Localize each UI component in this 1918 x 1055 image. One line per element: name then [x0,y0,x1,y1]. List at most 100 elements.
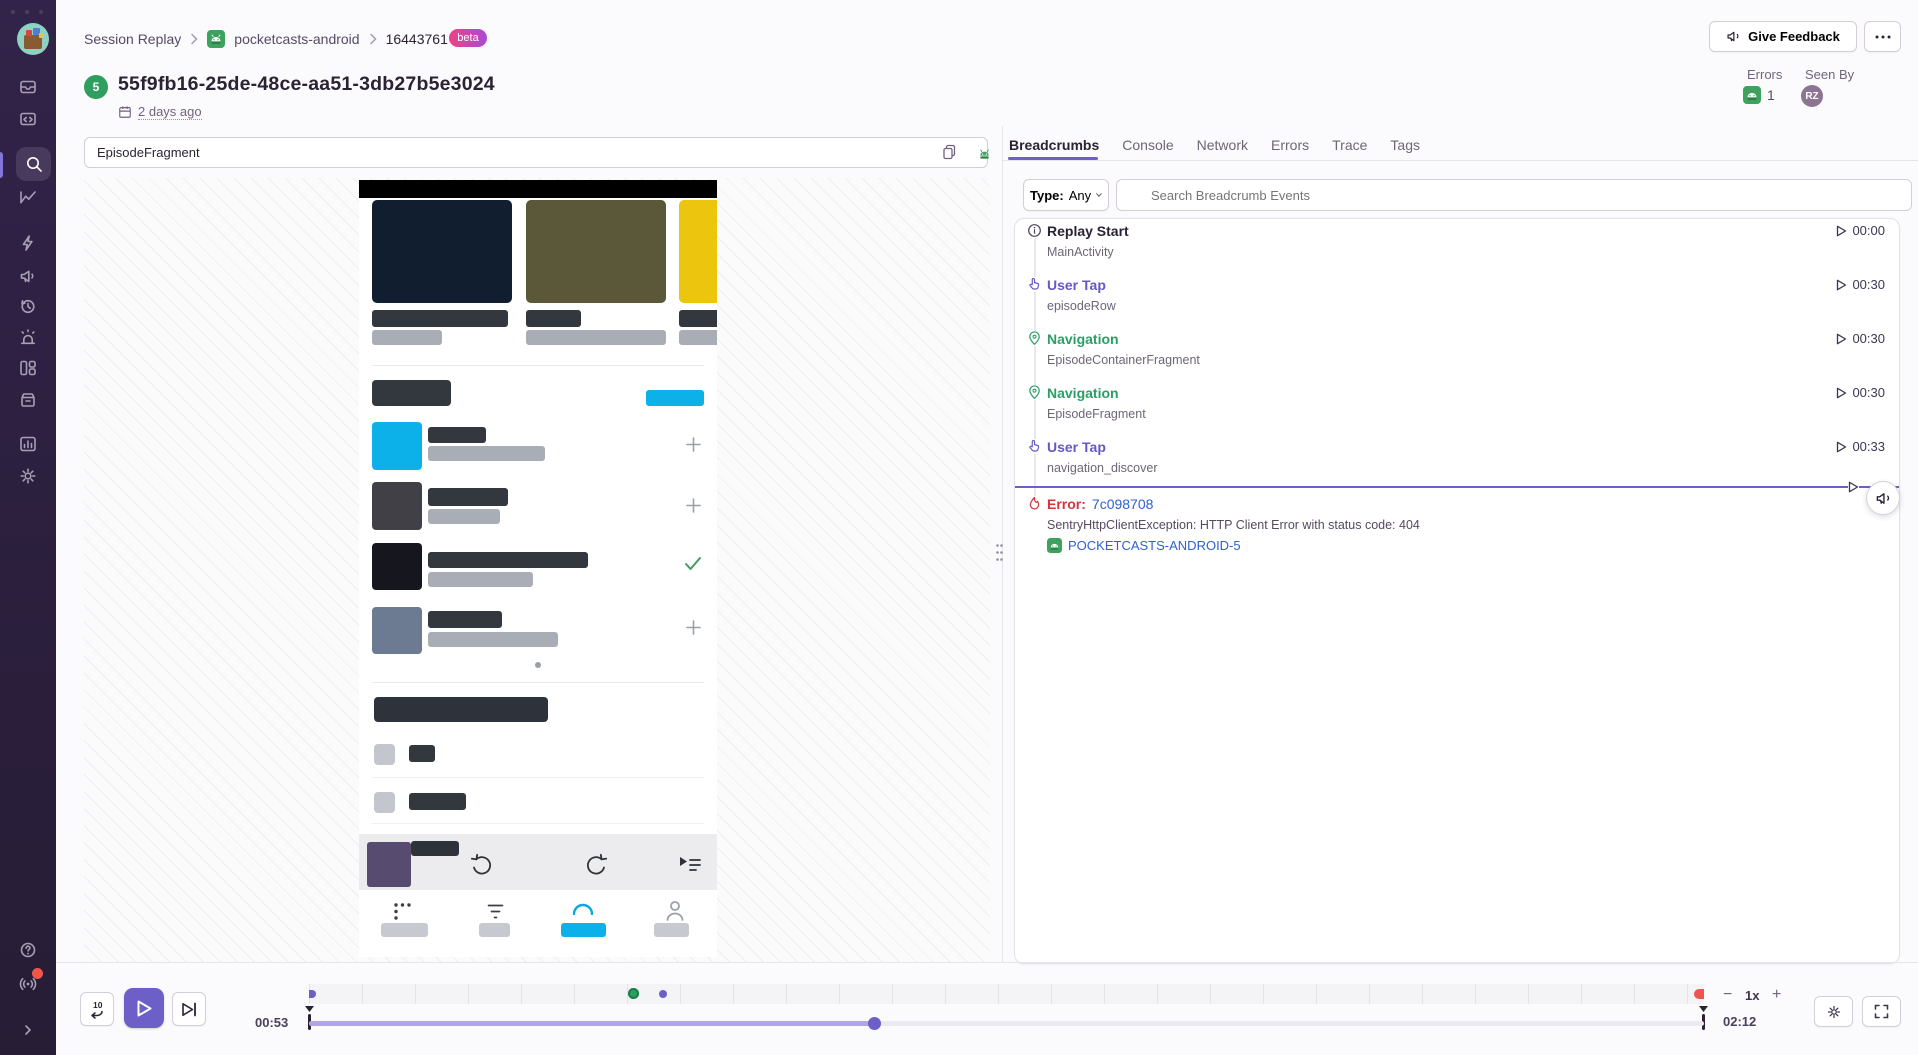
breadcrumb-replay-number[interactable]: 16443761 [386,31,448,47]
sidebar-dashboards-icon[interactable] [18,358,38,378]
wireframe-button [646,390,704,406]
player-settings-button[interactable] [1814,996,1853,1027]
activity-count-badge: 5 [84,75,108,99]
play-next-icon [679,856,701,872]
sidebar-replays-icon[interactable] [18,296,38,316]
fullscreen-button[interactable] [1862,996,1901,1027]
type-filter-value: Any [1069,188,1091,203]
give-feedback-button[interactable]: Give Feedback [1709,21,1857,52]
wireframe-section-title [374,697,548,722]
wireframe-nav-label [381,923,428,937]
wireframe-text [428,446,545,461]
calendar-icon [118,105,132,119]
sidebar-alerts-icon[interactable] [18,327,38,347]
wireframe-nav-label-active [561,923,606,937]
wireframe-text [428,572,533,587]
type-filter-dropdown[interactable]: Type: Any [1023,179,1109,211]
event-timestamp[interactable]: 00:30 [1836,277,1885,292]
user-tap-icon [1027,277,1042,292]
sidebar-insights-icon[interactable] [18,434,38,454]
wireframe-text [428,611,502,628]
org-avatar[interactable] [17,23,49,55]
sidebar-settings-icon[interactable] [18,466,38,486]
ellipsis-icon [1875,35,1891,39]
wireframe-checkbox [374,792,395,813]
event-timestamp[interactable]: 00:33 [1836,439,1885,454]
event-description: EpisodeContainerFragment [1047,354,1200,367]
timeline-playhead[interactable] [868,1017,881,1030]
rewind-10-icon: 10 [87,1000,107,1019]
svg-text:10: 10 [93,1000,103,1010]
tabs-border [1002,160,1918,161]
speed-value: 1x [1745,988,1759,1003]
breadcrumb-project[interactable]: pocketcasts-android [234,31,359,47]
sidebar-help-icon[interactable] [18,940,38,960]
wireframe-nav-label [654,923,689,937]
divider [372,682,704,683]
speed-faster-button[interactable]: + [1772,986,1781,1004]
sidebar-search-active[interactable] [16,147,51,181]
breadcrumb-session-replay[interactable]: Session Replay [84,31,181,47]
tab-errors[interactable]: Errors [1271,137,1309,153]
profile-icon [665,900,685,922]
event-title: Navigation [1047,386,1119,400]
event-description: episodeRow [1047,300,1116,313]
wireframe-text [428,488,508,506]
tab-network[interactable]: Network [1197,137,1248,153]
play-icon [1836,279,1847,291]
sidebar-expand-icon[interactable] [18,1020,38,1040]
error-project-link[interactable]: POCKETCASTS-ANDROID-5 [1068,538,1241,553]
sidebar-releases-icon[interactable] [18,390,38,410]
event-timestamp[interactable]: 00:30 [1836,331,1885,346]
timeline-scrubber[interactable] [309,1021,1704,1026]
wireframe-checkbox [374,744,395,765]
wireframe-card [372,200,512,303]
phone-status-bar [359,180,717,198]
plus-icon [685,436,702,453]
sidebar-projects-icon[interactable] [18,109,38,129]
fullscreen-icon [1874,1004,1889,1019]
copy-button[interactable] [938,143,960,163]
sidebar-performance-icon[interactable] [18,187,38,207]
tab-console[interactable]: Console [1122,137,1173,153]
play-icon [1836,441,1847,453]
errors-stat[interactable]: 1 [1743,86,1775,104]
event-title: Navigation [1047,332,1119,346]
event-description: EpisodeFragment [1047,408,1146,421]
play-button[interactable] [124,988,164,1028]
rewind-10-button[interactable]: 10 [80,992,114,1026]
wireframe-text [679,310,717,327]
sidebar-lightning-icon[interactable] [18,233,38,253]
event-description: SentryHttpClientException: HTTP Client E… [1047,519,1420,532]
tab-breadcrumbs[interactable]: Breadcrumbs [1009,137,1099,153]
search-input[interactable] [84,137,988,168]
android-platform-icon [976,145,993,162]
wireframe-text [428,427,486,443]
sidebar-issues-icon[interactable] [18,77,38,97]
discover-arc-icon [572,901,594,915]
sidebar-feedback-icon[interactable] [18,266,38,286]
tab-tags[interactable]: Tags [1390,137,1420,153]
replay-age: 2 days ago [138,104,202,120]
error-id-link[interactable]: 7c098708 [1092,497,1154,511]
type-filter-label: Type: [1030,188,1064,203]
replay-viewport[interactable] [84,178,990,962]
skip-to-end-button[interactable] [172,992,206,1026]
chevron-right-icon [369,33,377,45]
sidebar-whats-new-icon[interactable] [18,974,38,994]
speed-slower-button[interactable]: − [1723,986,1732,1004]
breadcrumb-search-input[interactable] [1116,179,1912,211]
wireframe-text [428,509,500,524]
event-timestamp[interactable]: 00:30 [1836,385,1885,400]
player-bar-border [56,962,1918,963]
timeline-events-strip[interactable] [309,984,1704,1004]
divider [372,777,704,778]
more-options-button[interactable] [1864,21,1901,52]
play-icon [1836,333,1847,345]
tab-trace[interactable]: Trace [1332,137,1367,153]
event-connector-line [1034,231,1036,511]
panel-resize-handle[interactable] [995,543,1004,567]
play-icon [1836,225,1847,237]
floating-feedback-button[interactable] [1866,481,1900,515]
event-timestamp[interactable]: 00:00 [1836,223,1885,238]
